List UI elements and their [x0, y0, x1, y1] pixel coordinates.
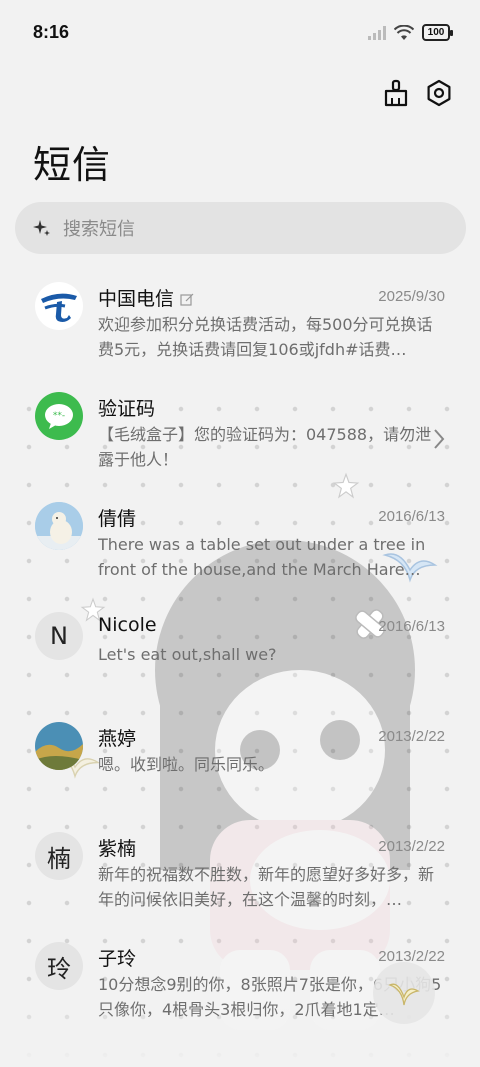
chevron-right-icon[interactable] — [433, 428, 445, 450]
contact-name: 倩倩 — [98, 508, 137, 530]
signal-icon — [368, 25, 386, 40]
message-date: 2016/6/13 — [378, 508, 445, 525]
polar-bear-avatar — [35, 502, 83, 550]
sparkle-icon — [33, 220, 50, 236]
message-preview: 嗯。收到啦。同乐同乐。 — [98, 755, 275, 774]
message-preview: 欢迎参加积分兑换话费活动，每500分可兑换话费5元，兑换话费请回复106或jfd… — [98, 315, 433, 359]
landscape-avatar — [35, 722, 83, 770]
contact-name: 燕婷 — [98, 728, 137, 750]
edit-icon — [180, 293, 194, 306]
contact-name: 子玲 — [98, 948, 137, 970]
message-date: 2025/9/30 — [378, 288, 445, 305]
message-date: 2013/2/22 — [378, 728, 445, 745]
message-date: 2013/2/22 — [378, 838, 445, 855]
message-preview: 新年的祝福数不胜数，新年的愿望好多好多，新年的问候依旧美好，在这个温馨的时刻，… — [98, 865, 435, 909]
avatar-letter: N — [35, 612, 83, 660]
search-bar[interactable]: 搜索短信 — [15, 202, 466, 254]
list-item[interactable]: 楠 紫楠 2013/2/22 新年的祝福数不胜数，新年的愿望好多好多，新年的问候… — [0, 820, 480, 930]
avatar-letter: 楠 — [35, 832, 83, 880]
list-item[interactable]: 中国电信 2025/9/30 欢迎参加积分兑换话费活动，每500分可兑换话费5元… — [0, 270, 480, 380]
message-preview: Let's eat out,shall we? — [98, 645, 277, 664]
china-telecom-logo — [35, 282, 83, 330]
list-item[interactable]: N Nicole 2016/6/13 Let's eat out,shall w… — [0, 600, 480, 710]
contact-name: Nicole — [98, 614, 157, 636]
status-icons: 100 — [368, 24, 453, 41]
message-date: 2016/6/13 — [378, 618, 445, 635]
message-list: 中国电信 2025/9/30 欢迎参加积分兑换话费活动，每500分可兑换话费5元… — [0, 270, 480, 1040]
avatar-letter: 玲 — [35, 942, 83, 990]
list-item[interactable]: 倩倩 2016/6/13 There was a table set out u… — [0, 490, 480, 600]
status-bar: 8:16 100 — [0, 0, 480, 66]
sms-code-icon: **- — [35, 392, 83, 440]
svg-text:**-: **- — [53, 411, 65, 421]
compose-button[interactable] — [373, 962, 435, 1024]
contact-name: 中国电信 — [98, 284, 194, 311]
settings-icon[interactable] — [424, 78, 454, 108]
list-item[interactable]: 燕婷 2013/2/22 嗯。收到啦。同乐同乐。 — [0, 710, 480, 820]
list-item[interactable]: **- 验证码 【毛绒盒子】您的验证码为：047588，请勿泄露于他人！ — [0, 380, 480, 490]
status-time: 8:16 — [33, 22, 70, 42]
bird-icon — [388, 983, 420, 1006]
page-title: 短信 — [33, 143, 112, 187]
message-preview: There was a table set out under a tree i… — [98, 535, 426, 579]
wifi-icon — [394, 24, 414, 40]
search-placeholder: 搜索短信 — [63, 219, 135, 240]
battery-indicator: 100 — [422, 24, 453, 41]
contact-name: 验证码 — [98, 398, 156, 420]
broom-icon[interactable] — [381, 78, 411, 108]
message-preview: 【毛绒盒子】您的验证码为：047588，请勿泄露于他人！ — [98, 425, 432, 469]
contact-name: 紫楠 — [98, 838, 137, 860]
